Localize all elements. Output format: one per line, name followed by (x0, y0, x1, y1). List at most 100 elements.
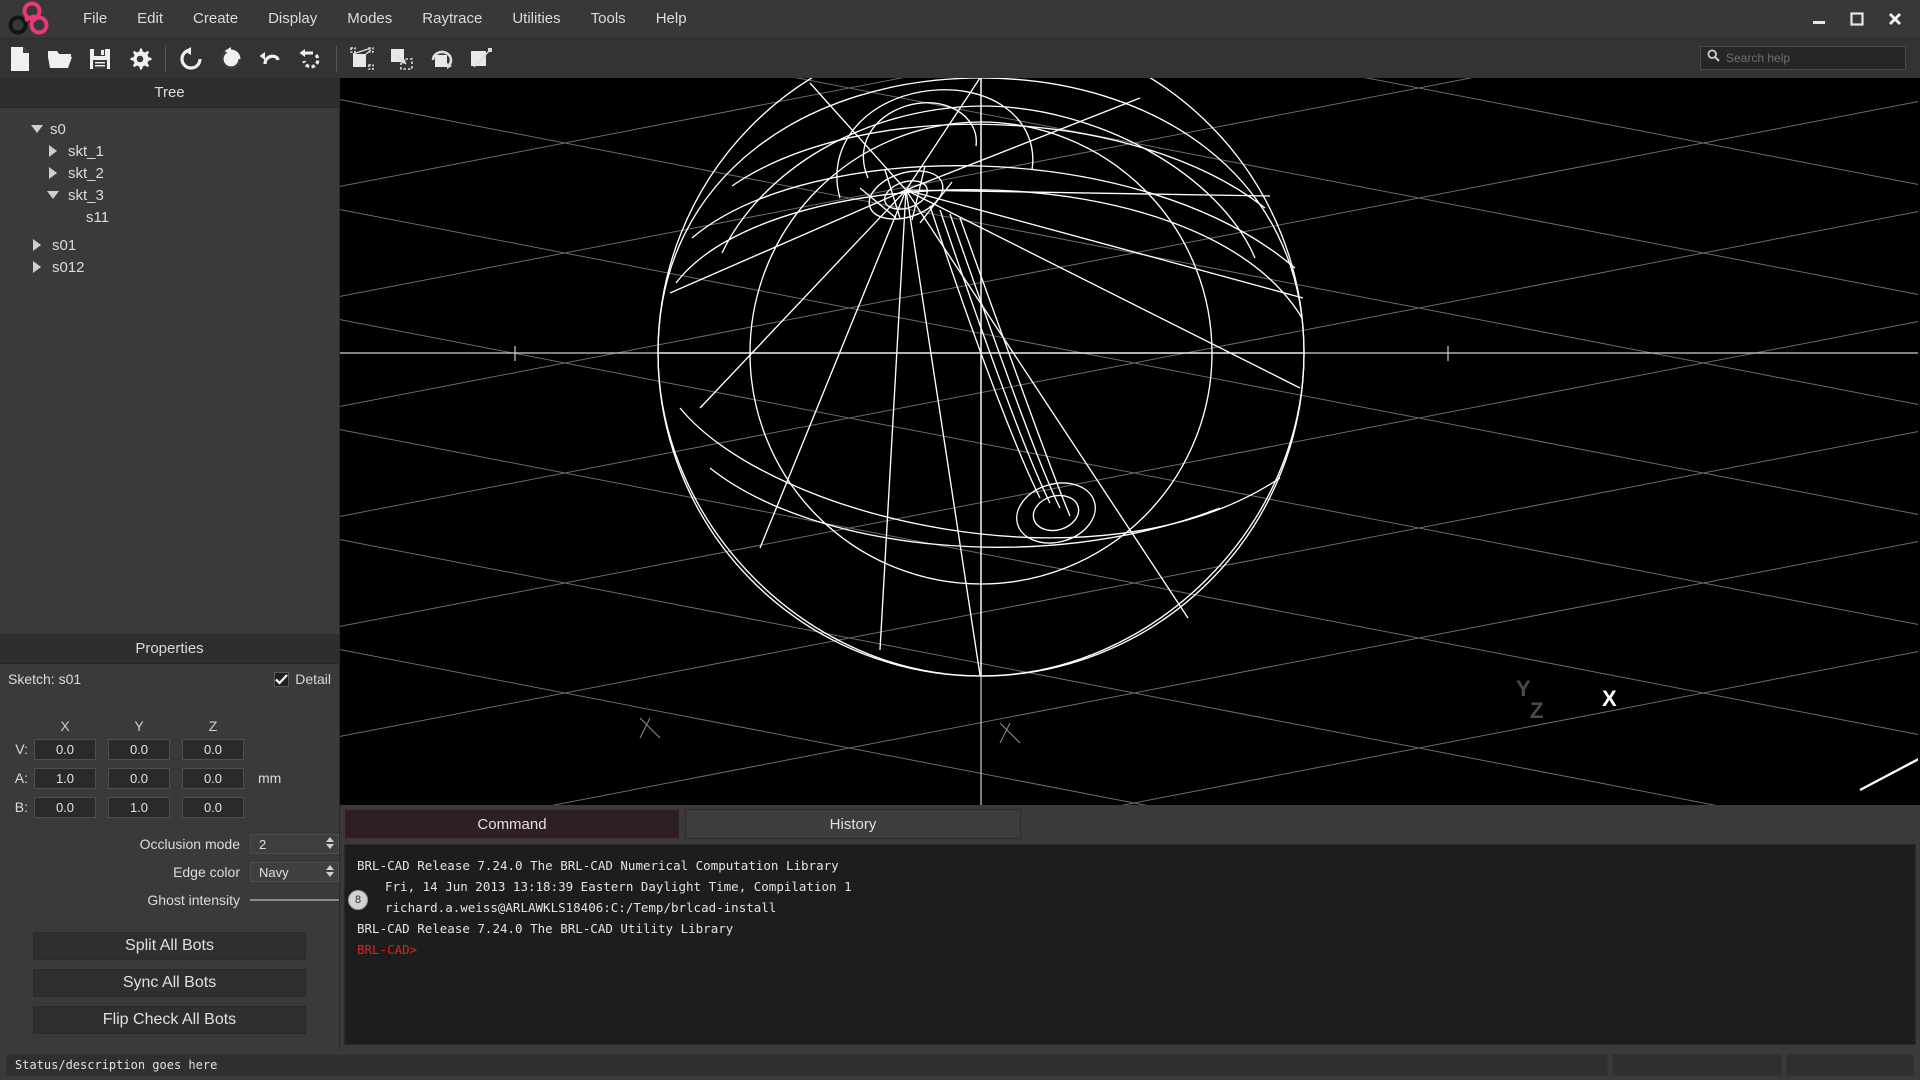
b-z-input[interactable] (182, 796, 244, 818)
main-body: Tree s0 skt_1 skt_2 skt_3 s11 s01 s012 P… (0, 78, 1920, 1050)
rotate-object-button[interactable] (422, 39, 462, 79)
search-input[interactable] (1726, 51, 1896, 65)
status-box-1 (1612, 1054, 1782, 1076)
maximize-button[interactable] (1840, 4, 1874, 34)
tab-command[interactable]: Command (344, 809, 680, 839)
menu-item-edit[interactable]: Edit (122, 4, 178, 34)
vertex-y-cell (108, 738, 170, 760)
axis-label-z: Z (1530, 698, 1544, 723)
toolbar-separator-1 (165, 45, 166, 72)
undo-button[interactable] (251, 39, 291, 79)
chevron-right-icon[interactable] (28, 239, 46, 251)
console-output[interactable]: BRL-CAD Release 7.24.0 The BRL-CAD Numer… (344, 844, 1916, 1045)
vertex-row-label: V: (15, 741, 28, 757)
axis-header-row: X Y Z (0, 716, 339, 736)
wireframe-model (340, 78, 1918, 805)
search-help-box[interactable] (1700, 46, 1906, 70)
detail-checkbox-group[interactable]: Detail (274, 671, 331, 687)
brlcad-logo-icon (6, 0, 52, 38)
chevron-right-icon[interactable] (44, 167, 62, 179)
open-folder-button[interactable] (40, 39, 80, 79)
tree-item-label: skt_2 (68, 164, 104, 182)
object-tree[interactable]: s0 skt_1 skt_2 skt_3 s11 s01 s012 (0, 108, 339, 634)
tree-item-s012[interactable]: s012 (0, 256, 339, 278)
tree-item-label: s012 (52, 258, 85, 276)
a-vector-row-label: A: (14, 770, 28, 786)
tree-item-label: skt_1 (68, 142, 104, 160)
new-file-button[interactable] (0, 39, 40, 79)
tree-item-s0[interactable]: s0 (0, 118, 339, 140)
a-x-input[interactable] (34, 767, 96, 789)
sync-all-bots-button[interactable]: Sync All Bots (33, 969, 306, 997)
tab-history[interactable]: History (685, 809, 1021, 839)
tree-item-skt_2[interactable]: skt_2 (0, 162, 339, 184)
a-y-input[interactable] (108, 767, 170, 789)
slider-track (250, 899, 339, 901)
close-button[interactable] (1878, 4, 1912, 34)
axis-header-x: X (60, 718, 70, 734)
ghost-intensity-label: Ghost intensity (147, 892, 240, 908)
menu-item-raytrace[interactable]: Raytrace (407, 4, 497, 34)
vertex-y-input[interactable] (108, 738, 170, 760)
translate-object-button[interactable] (382, 39, 422, 79)
status-bar: Status/description goes here (0, 1050, 1920, 1080)
left-dock: Tree s0 skt_1 skt_2 skt_3 s11 s01 s012 P… (0, 78, 368, 1050)
split-all-bots-button[interactable]: Split All Bots (33, 932, 306, 960)
menu-item-utilities[interactable]: Utilities (497, 4, 575, 34)
chevron-right-icon[interactable] (28, 261, 46, 273)
save-disk-button[interactable] (80, 39, 120, 79)
menu-item-create[interactable]: Create (178, 4, 253, 34)
tree-item-s11[interactable]: s11 (0, 206, 339, 228)
slider-handle[interactable]: 8 (348, 890, 368, 910)
search-icon (1707, 49, 1720, 67)
occlusion-mode-row: Occlusion mode 2 (0, 832, 339, 856)
b-vector-row: B: (0, 794, 339, 820)
properties-panel-title: Properties (0, 634, 339, 664)
chevron-down-icon[interactable] (44, 191, 62, 199)
minimize-button[interactable] (1802, 4, 1836, 34)
a-vector-row: A: mm (0, 765, 339, 791)
tree-item-skt_3[interactable]: skt_3 (0, 184, 339, 206)
b-x-cell (34, 796, 96, 818)
shear-object-button[interactable] (462, 39, 502, 79)
console-line: BRL-CAD Release 7.24.0 The BRL-CAD Numer… (357, 858, 839, 873)
menu-item-tools[interactable]: Tools (576, 4, 641, 34)
checkbox-checked-icon[interactable] (274, 671, 290, 687)
occlusion-mode-select[interactable]: 2 (250, 834, 339, 854)
spinner-arrows-icon[interactable] (326, 837, 334, 849)
tree-panel-title: Tree (0, 78, 339, 108)
3d-viewport[interactable]: Y Z X (340, 78, 1920, 805)
axis-label-x: X (1602, 686, 1617, 711)
tree-item-s01[interactable]: s01 (0, 234, 339, 256)
gear-button[interactable] (120, 39, 160, 79)
ground-plane-marks (639, 717, 1021, 744)
menu-item-modes[interactable]: Modes (332, 4, 407, 34)
window-controls (1802, 0, 1912, 38)
spinner-arrows-icon[interactable] (326, 865, 334, 877)
menu-item-display[interactable]: Display (253, 4, 332, 34)
redo-all-button[interactable] (211, 39, 251, 79)
undo-all-button[interactable] (171, 39, 211, 79)
chevron-down-icon[interactable] (28, 125, 46, 133)
detail-label: Detail (295, 671, 331, 687)
vertex-x-input[interactable] (34, 738, 96, 760)
tree-item-label: s01 (52, 236, 77, 254)
b-y-input[interactable] (108, 796, 170, 818)
menu-item-file[interactable]: File (68, 4, 122, 34)
properties-panel: Properties Sketch: s01 Detail X Y Z V: 0… (0, 634, 368, 1050)
flip-check-all-bots-button[interactable]: Flip Check All Bots (33, 1006, 306, 1034)
redo-button[interactable] (291, 39, 331, 79)
a-z-input[interactable] (182, 767, 244, 789)
scale-object-button[interactable] (342, 39, 382, 79)
console-line: richard.a.weiss@ARLAWKLS18406:C:/Temp/br… (385, 900, 777, 915)
axis-header-z: Z (208, 718, 218, 734)
ghost-intensity-slider[interactable]: 8 (250, 890, 368, 910)
tree-item-skt_1[interactable]: skt_1 (0, 140, 339, 162)
vertex-z-input[interactable] (182, 738, 244, 760)
edge-color-select[interactable]: Navy (250, 862, 339, 882)
menu-item-help[interactable]: Help (641, 4, 702, 34)
console-prompt[interactable]: BRL-CAD> (357, 939, 1903, 960)
chevron-right-icon[interactable] (44, 145, 62, 157)
b-x-input[interactable] (34, 796, 96, 818)
edge-color-label: Edge color (173, 864, 240, 880)
